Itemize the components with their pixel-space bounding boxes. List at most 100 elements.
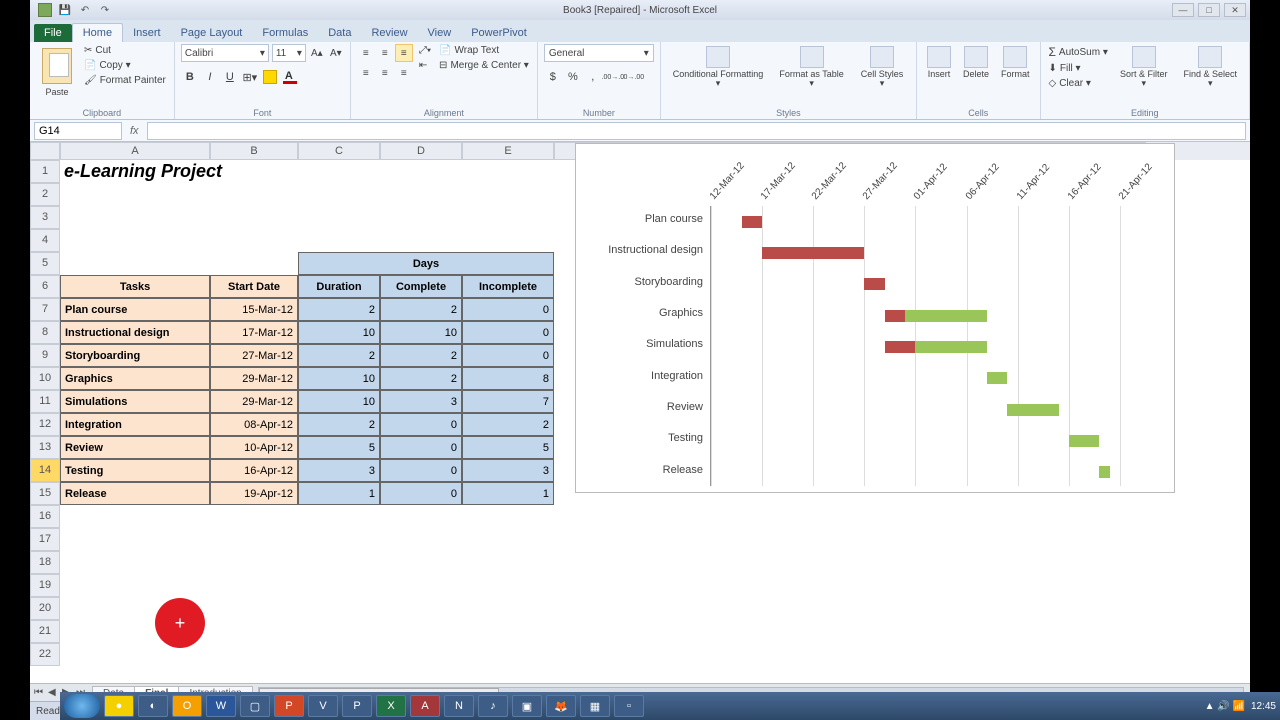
column-header-E[interactable]: E [462,142,554,160]
row-header-6[interactable]: 6 [30,275,60,298]
taskbar-app[interactable]: ▫ [614,695,644,717]
row-header-18[interactable]: 18 [30,551,60,574]
row-header-11[interactable]: 11 [30,390,60,413]
bold-button[interactable]: B [181,68,199,86]
indent-decrease-button[interactable]: ⇤ [417,59,433,72]
cell-E9[interactable]: 0 [462,344,554,367]
cell-D9[interactable]: 2 [380,344,462,367]
cell-D13[interactable]: 0 [380,436,462,459]
cell-C7[interactable]: 2 [298,298,380,321]
cell-A8[interactable]: Instructional design [60,321,210,344]
cell-C15[interactable]: 1 [298,482,380,505]
cell-D11[interactable]: 3 [380,390,462,413]
row-header-21[interactable]: 21 [30,620,60,643]
row-header-16[interactable]: 16 [30,505,60,528]
cell-C12[interactable]: 2 [298,413,380,436]
taskbar-powerpoint[interactable]: P [274,695,304,717]
cell-B10[interactable]: 29-Mar-12 [210,367,298,390]
tab-formulas[interactable]: Formulas [252,24,318,42]
cell-A10[interactable]: Graphics [60,367,210,390]
find-select-button[interactable]: Find & Select ▾ [1178,44,1243,90]
taskbar-app[interactable]: ▢ [240,695,270,717]
cell-B11[interactable]: 29-Mar-12 [210,390,298,413]
orientation-button[interactable]: ⤢▾ [417,44,433,57]
grow-font-button[interactable]: A▴ [309,45,325,61]
align-top-button[interactable]: ≡ [357,44,375,62]
formula-input[interactable] [147,122,1246,140]
cell-A13[interactable]: Review [60,436,210,459]
tab-file[interactable]: File [34,24,72,42]
tab-view[interactable]: View [418,24,462,42]
cell-B15[interactable]: 19-Apr-12 [210,482,298,505]
cell-D14[interactable]: 0 [380,459,462,482]
cell-C6[interactable]: Duration [298,275,380,298]
sheet-nav-prev[interactable]: ◀ [48,687,60,698]
start-button[interactable] [64,694,100,718]
cell-E8[interactable]: 0 [462,321,554,344]
cell-B6[interactable]: Start Date [210,275,298,298]
cell-days-header[interactable]: Days [298,252,554,275]
row-header-9[interactable]: 9 [30,344,60,367]
row-header-4[interactable]: 4 [30,229,60,252]
increase-decimal-button[interactable]: .00→.0 [604,68,622,86]
row-header-1[interactable]: 1 [30,160,60,183]
maximize-button[interactable]: □ [1198,3,1220,17]
cell-D12[interactable]: 0 [380,413,462,436]
decrease-decimal-button[interactable]: .0→.00 [624,68,642,86]
redo-button[interactable]: ↷ [98,3,112,17]
row-header-5[interactable]: 5 [30,252,60,275]
taskbar-project[interactable]: P [342,695,372,717]
tab-data[interactable]: Data [318,24,361,42]
taskbar-visio[interactable]: V [308,695,338,717]
close-button[interactable]: ✕ [1224,3,1246,17]
row-header-20[interactable]: 20 [30,597,60,620]
taskbar-access[interactable]: A [410,695,440,717]
row-header-17[interactable]: 17 [30,528,60,551]
taskbar-onenote[interactable]: N [444,695,474,717]
minimize-button[interactable]: — [1172,3,1194,17]
cell-A14[interactable]: Testing [60,459,210,482]
cell-C9[interactable]: 2 [298,344,380,367]
cell-A15[interactable]: Release [60,482,210,505]
font-size-select[interactable]: 11▾ [272,44,306,62]
tab-page-layout[interactable]: Page Layout [171,24,253,42]
fill-color-button[interactable] [261,68,279,86]
cell-B7[interactable]: 15-Mar-12 [210,298,298,321]
cell-E11[interactable]: 7 [462,390,554,413]
gantt-chart[interactable]: 12-Mar-1217-Mar-1222-Mar-1227-Mar-1201-A… [575,143,1175,493]
fx-label[interactable]: fx [122,125,147,137]
cell-E6[interactable]: Incomplete [462,275,554,298]
currency-button[interactable]: $ [544,68,562,86]
row-header-2[interactable]: 2 [30,183,60,206]
taskbar-chrome[interactable]: ◐ [138,695,168,717]
format-as-table-button[interactable]: Format as Table ▾ [773,44,850,90]
row-header-19[interactable]: 19 [30,574,60,597]
cell-D8[interactable]: 10 [380,321,462,344]
clock[interactable]: 12:45 [1251,701,1276,712]
clear-button[interactable]: ◇ Clear ▾ [1047,77,1110,90]
paste-button[interactable]: Paste [36,44,78,99]
cell-E7[interactable]: 0 [462,298,554,321]
name-box[interactable]: G14 [34,122,122,140]
cell-E15[interactable]: 1 [462,482,554,505]
taskbar-app[interactable]: ▣ [512,695,542,717]
wrap-text-button[interactable]: 📄 Wrap Text [437,44,531,57]
cell-styles-button[interactable]: Cell Styles ▾ [854,44,910,90]
taskbar-app[interactable]: O [172,695,202,717]
cell-E10[interactable]: 8 [462,367,554,390]
autosum-button[interactable]: Σ AutoSum ▾ [1047,44,1110,60]
cell-C8[interactable]: 10 [298,321,380,344]
cell-E14[interactable]: 3 [462,459,554,482]
cell-C13[interactable]: 5 [298,436,380,459]
column-header-A[interactable]: A [60,142,210,160]
cell-E12[interactable]: 2 [462,413,554,436]
column-header-B[interactable]: B [210,142,298,160]
insert-cells-button[interactable]: Insert [923,44,955,81]
cell-A6[interactable]: Tasks [60,275,210,298]
align-left-button[interactable]: ≡ [357,64,375,82]
cell-A1[interactable]: e-Learning Project [60,160,380,183]
font-color-button[interactable] [281,68,299,86]
italic-button[interactable]: I [201,68,219,86]
sort-filter-button[interactable]: Sort & Filter ▾ [1114,44,1174,90]
row-header-10[interactable]: 10 [30,367,60,390]
